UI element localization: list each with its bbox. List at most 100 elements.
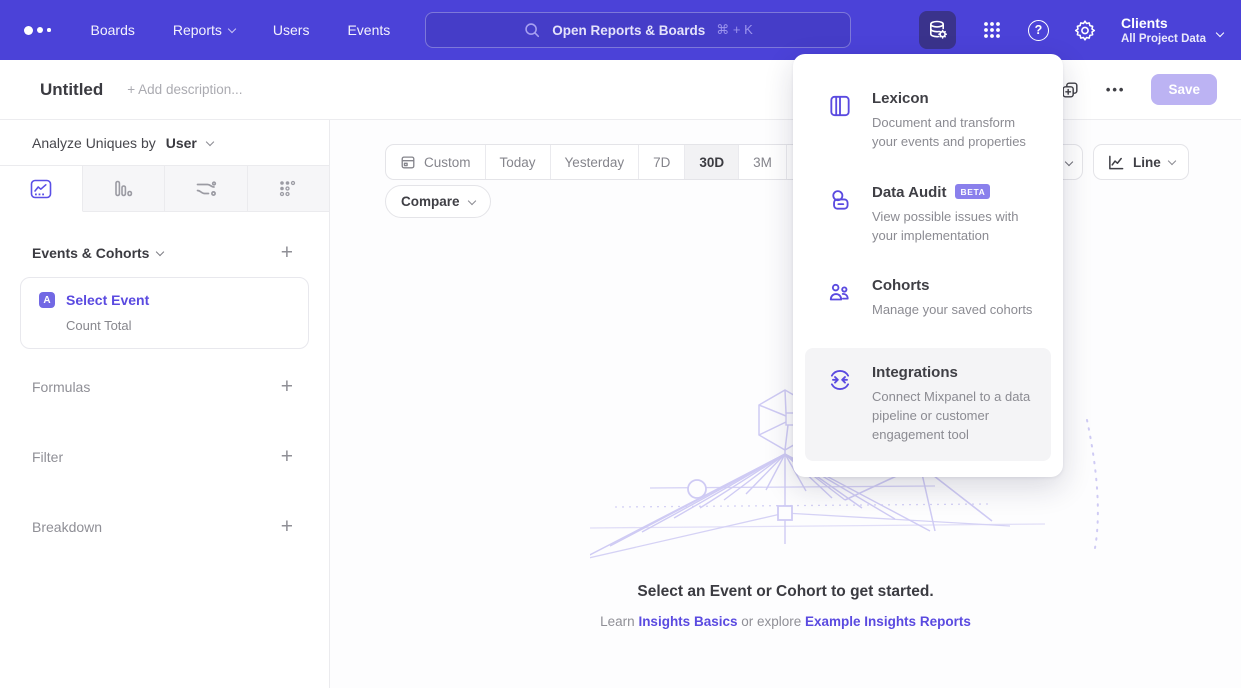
date-range-30d[interactable]: 30D <box>684 145 738 179</box>
analyze-value-dropdown[interactable]: User <box>166 135 197 151</box>
people-icon <box>827 280 853 320</box>
chevron-down-icon[interactable] <box>206 137 214 145</box>
nav-item-reports[interactable]: Reports <box>173 22 235 38</box>
nav-item-label: Events <box>347 22 390 38</box>
search-placeholder: Open Reports & Boards <box>552 23 705 38</box>
calendar-icon <box>400 154 416 170</box>
search-shortcut: ⌘ + K <box>716 22 753 38</box>
add-formula-button[interactable]: + <box>281 379 293 395</box>
tab-bar-chart[interactable] <box>83 166 166 212</box>
line-chart-icon <box>1107 154 1125 171</box>
add-event-button[interactable]: + <box>281 245 293 261</box>
project-selector[interactable]: Clients All Project Data <box>1121 15 1223 45</box>
database-gear-icon <box>927 18 949 42</box>
top-nav: Boards Reports Users Events Open Reports… <box>0 0 1241 60</box>
question-mark-icon: ? <box>1028 20 1049 41</box>
search-icon <box>523 21 541 39</box>
report-description-placeholder[interactable]: + Add description... <box>127 82 242 97</box>
chevron-down-icon <box>1065 158 1073 166</box>
report-title[interactable]: Untitled <box>40 80 103 100</box>
breakdown-section: Breakdown + <box>0 519 329 535</box>
menu-item-description: Document and transform your events and p… <box>872 114 1043 152</box>
menu-item-title: Data Audit <box>872 184 946 201</box>
header-actions: ••• Save <box>1060 74 1217 105</box>
menu-item-title: Cohorts <box>872 277 930 294</box>
sync-arrows-icon <box>827 367 853 445</box>
help-button[interactable]: ? <box>1028 20 1049 41</box>
retention-dots-tab-icon <box>277 179 299 199</box>
settings-button[interactable] <box>1074 19 1096 41</box>
formulas-section: Formulas + <box>0 379 329 395</box>
data-management-button[interactable] <box>919 11 956 49</box>
nav-item-label: Boards <box>91 22 135 38</box>
line-chart-tab-icon <box>30 179 52 199</box>
add-filter-button[interactable]: + <box>281 449 293 465</box>
grid-icon <box>981 19 1003 41</box>
tab-retention[interactable] <box>248 166 330 212</box>
apps-grid-button[interactable] <box>981 19 1003 41</box>
gear-icon <box>1074 19 1096 41</box>
menu-item-description: View possible issues with your implement… <box>872 208 1043 246</box>
report-canvas: Custom Today Yesterday 7D 30D 3M 6M 12M … <box>330 120 1241 688</box>
empty-state-title: Select an Event or Cohort to get started… <box>330 583 1241 601</box>
count-type-selector[interactable]: Count Total <box>66 318 294 333</box>
menu-item-description: Manage your saved cohorts <box>872 301 1043 320</box>
chevron-down-icon <box>467 196 475 204</box>
tab-insights-line[interactable] <box>0 166 83 212</box>
audit-lock-icon <box>827 187 853 246</box>
query-sidebar: Analyze Uniques by User <box>0 120 330 688</box>
breakdown-label: Breakdown <box>32 519 102 535</box>
menu-item-description: Connect Mixpanel to a data pipeline or c… <box>872 388 1043 445</box>
empty-state-subtitle: Learn Insights Basics or explore Example… <box>330 614 1241 629</box>
project-scope: All Project Data <box>1121 33 1206 45</box>
select-event-button[interactable]: Select Event <box>66 292 149 308</box>
date-range-label: 7D <box>653 155 670 170</box>
nav-item-label: Users <box>273 22 310 38</box>
example-reports-link[interactable]: Example Insights Reports <box>805 614 971 629</box>
learn-prefix: Learn <box>600 614 638 629</box>
menu-item-integrations[interactable]: Integrations Connect Mixpanel to a data … <box>805 348 1051 461</box>
menu-item-title: Lexicon <box>872 90 929 107</box>
tab-flows[interactable] <box>165 166 248 212</box>
mixpanel-logo[interactable] <box>24 26 51 35</box>
events-cohorts-label[interactable]: Events & Cohorts <box>32 245 149 261</box>
chevron-down-icon <box>228 24 236 32</box>
nav-item-boards[interactable]: Boards <box>91 22 135 38</box>
chevron-down-icon <box>1168 157 1176 165</box>
beta-badge: BETA <box>955 184 990 199</box>
menu-item-cohorts[interactable]: Cohorts Manage your saved cohorts <box>805 261 1051 336</box>
bar-chart-tab-icon <box>112 179 134 199</box>
add-breakdown-button[interactable]: + <box>281 519 293 535</box>
events-cohorts-section: Events & Cohorts + <box>0 245 329 261</box>
compare-button[interactable]: Compare <box>385 185 491 218</box>
nav-item-label: Reports <box>173 22 222 38</box>
analyze-uniques-row: Analyze Uniques by User <box>0 120 329 166</box>
middle-text: or explore <box>737 614 805 629</box>
book-icon <box>827 93 853 152</box>
date-range-label: 3M <box>753 155 772 170</box>
chart-type-tabs <box>0 166 329 212</box>
chart-type-label: Line <box>1133 155 1161 170</box>
chart-type-selector[interactable]: Line <box>1093 144 1189 180</box>
date-range-label: Yesterday <box>565 155 625 170</box>
chevron-down-icon[interactable] <box>156 248 164 256</box>
save-button[interactable]: Save <box>1151 74 1217 105</box>
event-card[interactable]: A Select Event Count Total <box>20 277 309 349</box>
more-options-button[interactable]: ••• <box>1106 82 1126 97</box>
date-range-yesterday[interactable]: Yesterday <box>550 145 639 179</box>
date-range-today[interactable]: Today <box>485 145 550 179</box>
date-range-7d[interactable]: 7D <box>638 145 684 179</box>
nav-item-events[interactable]: Events <box>347 22 390 38</box>
date-range-custom[interactable]: Custom <box>386 145 485 179</box>
compare-label: Compare <box>401 194 460 209</box>
date-range-label: Today <box>500 155 536 170</box>
menu-item-lexicon[interactable]: Lexicon Document and transform your even… <box>805 74 1051 168</box>
date-range-3m[interactable]: 3M <box>738 145 786 179</box>
flows-tab-icon <box>194 179 218 199</box>
nav-item-users[interactable]: Users <box>273 22 310 38</box>
insights-basics-link[interactable]: Insights Basics <box>638 614 737 629</box>
global-search-input[interactable]: Open Reports & Boards ⌘ + K <box>425 12 851 48</box>
menu-item-data-audit[interactable]: Data Audit BETA View possible issues with… <box>805 168 1051 262</box>
nav-right-cluster: ? Clients All Project Data <box>919 0 1223 60</box>
menu-item-title: Integrations <box>872 364 958 381</box>
